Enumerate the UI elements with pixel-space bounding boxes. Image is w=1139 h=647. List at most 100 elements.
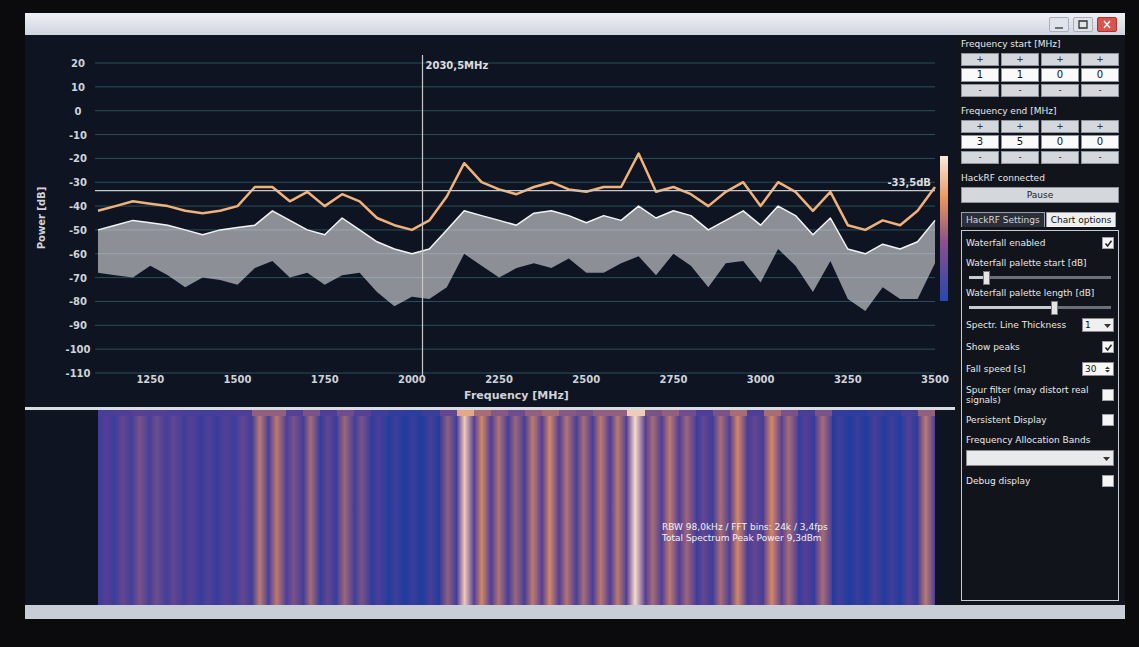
decrement-button[interactable]: - bbox=[1041, 84, 1079, 97]
checkbox-label: Waterfall enabled bbox=[966, 238, 1045, 248]
tab-bar: HackRF SettingsChart options bbox=[961, 212, 1119, 227]
pause-button[interactable]: Pause bbox=[961, 187, 1119, 203]
grid-line bbox=[95, 373, 935, 374]
waterfall-column bbox=[388, 410, 405, 605]
x-tick: 3500 bbox=[921, 374, 949, 385]
increment-button[interactable]: + bbox=[1081, 53, 1119, 66]
increment-button[interactable]: + bbox=[1041, 120, 1079, 133]
waterfall-column bbox=[422, 410, 439, 605]
check-stroke bbox=[1105, 344, 1111, 349]
checkbox[interactable] bbox=[1102, 389, 1114, 401]
increment-button[interactable]: + bbox=[1001, 120, 1039, 133]
waterfall-column bbox=[371, 410, 388, 605]
decrement-button[interactable]: - bbox=[961, 151, 999, 164]
digit-field[interactable]: 0 bbox=[1041, 135, 1079, 149]
waterfall-column bbox=[166, 410, 183, 605]
slider-label: Waterfall palette start [dB] bbox=[966, 258, 1114, 268]
digit-field[interactable]: 0 bbox=[1041, 68, 1079, 82]
checkbox[interactable] bbox=[1102, 341, 1114, 353]
y-tick: -10 bbox=[69, 130, 87, 141]
slider-row: Waterfall palette length [dB] bbox=[966, 288, 1114, 309]
close-glyph bbox=[1104, 21, 1110, 28]
digit-field[interactable]: 0 bbox=[1081, 68, 1119, 82]
freq-start-digits: +1-+1-+0-+0- bbox=[961, 53, 1119, 97]
cursor-vertical bbox=[422, 55, 423, 375]
minimize-button[interactable] bbox=[1049, 17, 1069, 32]
waterfall-column bbox=[218, 410, 235, 605]
increment-button[interactable]: + bbox=[1001, 53, 1039, 66]
grid-line bbox=[95, 301, 935, 302]
tab[interactable]: HackRF Settings bbox=[961, 212, 1045, 227]
slider-row: Waterfall palette start [dB] bbox=[966, 258, 1114, 279]
digit-field[interactable]: 1 bbox=[1001, 68, 1039, 82]
maximize-button[interactable] bbox=[1073, 17, 1093, 32]
grid-line bbox=[95, 63, 935, 64]
digit-column: +0 - bbox=[1041, 120, 1079, 164]
cursor-level: -33,5dB bbox=[887, 177, 931, 188]
increment-button[interactable]: + bbox=[961, 120, 999, 133]
checkbox[interactable] bbox=[1102, 414, 1114, 426]
increment-button[interactable]: + bbox=[1041, 53, 1079, 66]
slider-track[interactable] bbox=[969, 276, 1111, 279]
slider-track[interactable] bbox=[969, 306, 1111, 309]
decrement-button[interactable]: - bbox=[1081, 84, 1119, 97]
waterfall-column bbox=[303, 410, 320, 605]
waterfall-column bbox=[798, 410, 815, 605]
dropdown[interactable]: 1 bbox=[1082, 318, 1114, 332]
control-panel: Frequency start [MHz]+1-+1-+0-+0-Frequen… bbox=[955, 35, 1125, 605]
spectrum-line bbox=[98, 206, 935, 254]
waterfall-column bbox=[713, 410, 730, 605]
waterfall-column bbox=[884, 410, 901, 605]
digit-field[interactable]: 1 bbox=[961, 68, 999, 82]
waterfall: RBW 98,0kHz / FFT bins: 24k / 3,4fpsTota… bbox=[25, 410, 955, 605]
waterfall-column bbox=[474, 410, 491, 605]
increment-button[interactable]: + bbox=[961, 53, 999, 66]
decrement-button[interactable]: - bbox=[1041, 151, 1079, 164]
waterfall-column bbox=[662, 410, 679, 605]
cursor-horizontal bbox=[95, 190, 935, 191]
digit-field[interactable]: 0 bbox=[1081, 135, 1119, 149]
waterfall-column bbox=[610, 410, 627, 605]
checkbox[interactable] bbox=[1102, 475, 1114, 487]
waterfall-column bbox=[149, 410, 166, 605]
dropdown-arrow-glyph bbox=[1104, 324, 1111, 328]
waterfall-column bbox=[627, 410, 644, 605]
slider-thumb[interactable] bbox=[983, 271, 990, 285]
screen-frame: 20100-10-20-30-40-50-60-70-80-90-100-110… bbox=[0, 0, 1139, 619]
waterfall-column bbox=[337, 410, 354, 605]
spin-arrows-glyph bbox=[1105, 366, 1110, 372]
freq-end-digits: +3-+5-+0-+0- bbox=[961, 120, 1119, 164]
decrement-button[interactable]: - bbox=[1001, 84, 1039, 97]
colorbar bbox=[940, 156, 948, 301]
waterfall-column bbox=[252, 410, 269, 605]
waterfall-column bbox=[440, 410, 457, 605]
digit-field[interactable]: 5 bbox=[1001, 135, 1039, 149]
wide-select-row: Frequency Allocation Bands bbox=[966, 435, 1114, 466]
spinbox[interactable]: 30 bbox=[1082, 362, 1114, 376]
wide-dropdown[interactable] bbox=[966, 450, 1114, 466]
close-button[interactable] bbox=[1097, 17, 1117, 32]
freq-end-label: Frequency end [MHz] bbox=[961, 106, 1119, 117]
grid-line bbox=[95, 86, 935, 87]
x-tick: 2250 bbox=[485, 374, 513, 385]
connection-status: HackRF connected bbox=[961, 173, 1119, 184]
checkbox[interactable] bbox=[1102, 237, 1114, 249]
checkbox-label: Persistent Display bbox=[966, 415, 1047, 425]
digit-field[interactable]: 3 bbox=[961, 135, 999, 149]
dropdown-arrow-icon bbox=[1104, 322, 1111, 329]
waterfall-column bbox=[901, 410, 918, 605]
plot-area: 20100-10-20-30-40-50-60-70-80-90-100-110… bbox=[25, 35, 955, 605]
y-tick: -20 bbox=[69, 153, 87, 164]
decrement-button[interactable]: - bbox=[1081, 151, 1119, 164]
grid-line bbox=[95, 134, 935, 135]
decrement-button[interactable]: - bbox=[961, 84, 999, 97]
grid-line bbox=[95, 349, 935, 350]
decrement-button[interactable]: - bbox=[1001, 151, 1039, 164]
tab[interactable]: Chart options bbox=[1046, 212, 1117, 227]
y-tick: 0 bbox=[75, 106, 82, 117]
slider-thumb[interactable] bbox=[1051, 301, 1058, 315]
x-tick: 1750 bbox=[311, 374, 339, 385]
increment-button[interactable]: + bbox=[1081, 120, 1119, 133]
digit-column: +0 - bbox=[1041, 53, 1079, 97]
x-tick: 1250 bbox=[136, 374, 164, 385]
